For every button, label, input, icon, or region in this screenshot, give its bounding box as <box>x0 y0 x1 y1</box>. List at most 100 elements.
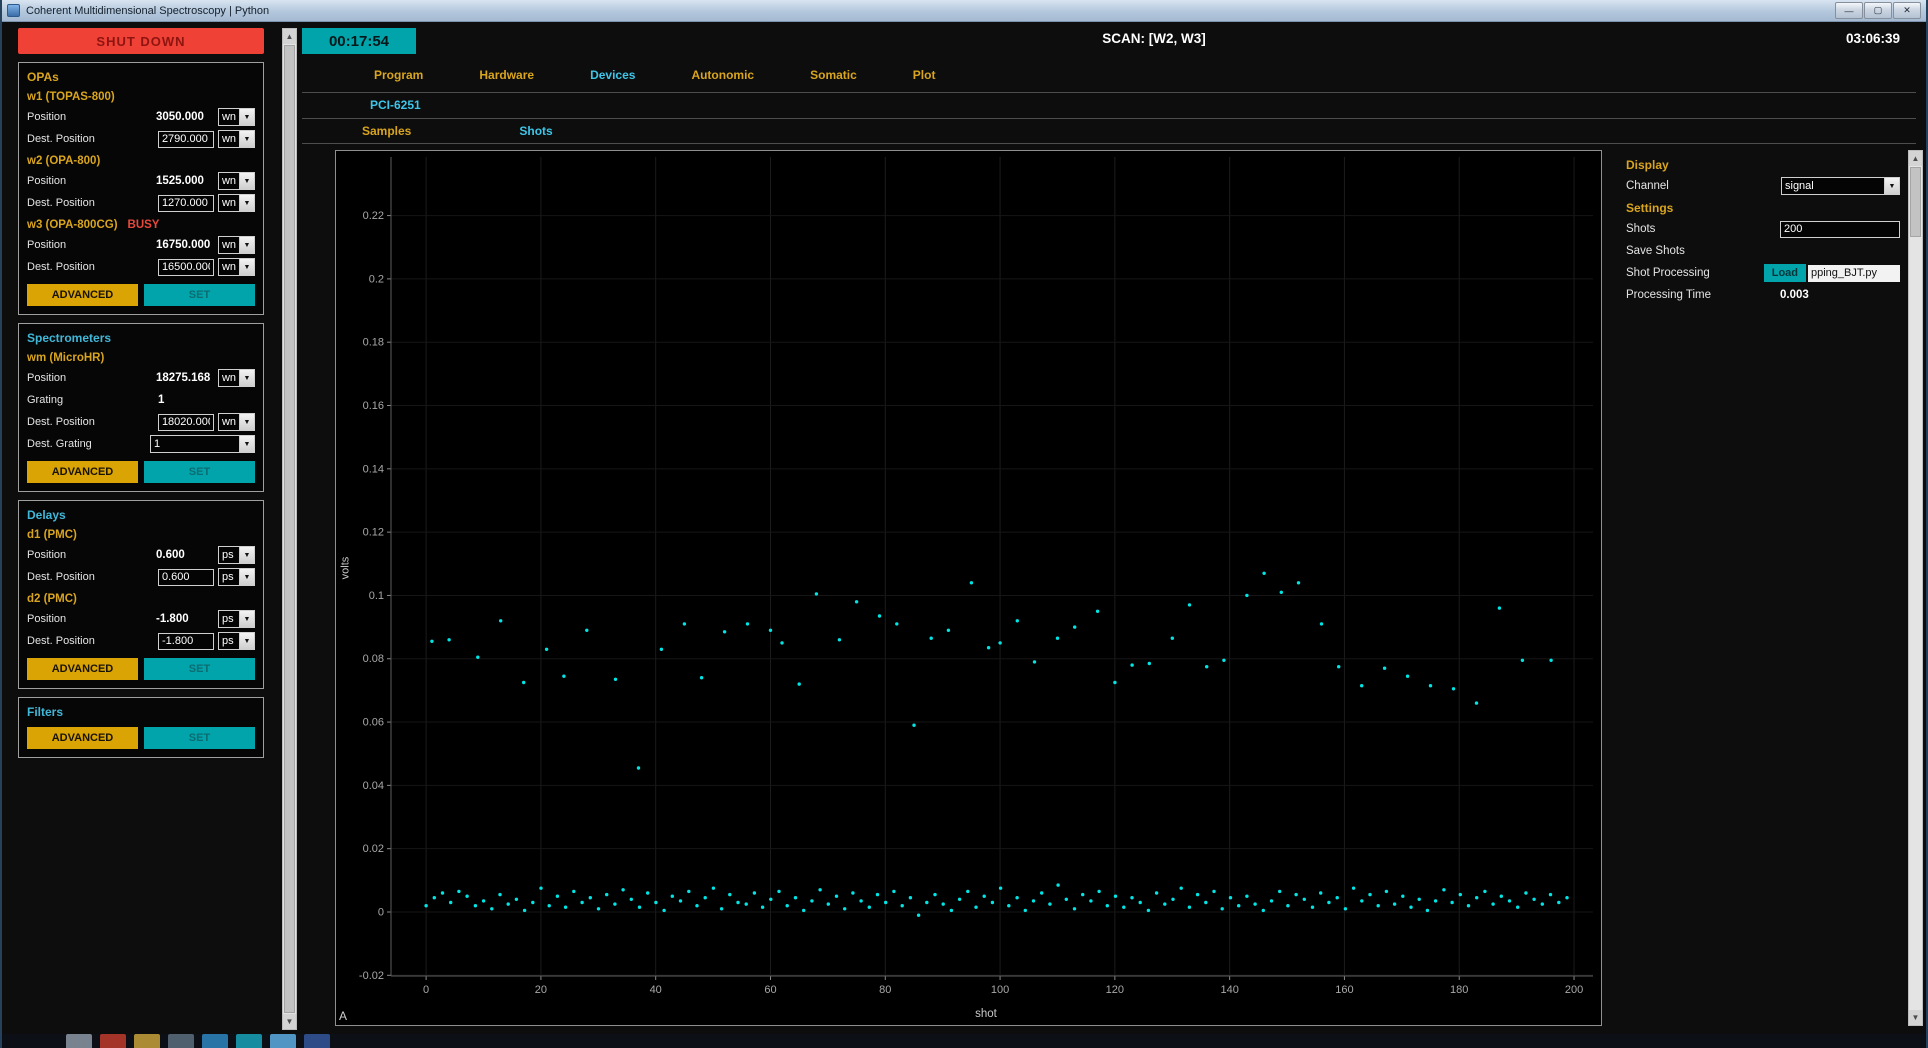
chevron-down-icon[interactable]: ▼ <box>239 633 254 649</box>
spectrometers-advanced-button[interactable]: ADVANCED <box>27 461 138 483</box>
filters-buttons: ADVANCED SET <box>27 727 255 749</box>
maximize-icon[interactable]: ▢ <box>1864 2 1892 19</box>
d1-dest-units-combo[interactable]: ps ▼ <box>218 568 255 586</box>
chevron-down-icon[interactable]: ▼ <box>239 237 254 253</box>
opas-header: OPAs <box>27 68 255 86</box>
tab-program[interactable]: Program <box>374 68 423 82</box>
sidebar-scrollbar-thumb[interactable] <box>284 45 295 1013</box>
chevron-down-icon[interactable]: ▼ <box>1884 178 1899 194</box>
shots-input[interactable] <box>1780 221 1900 238</box>
load-script-button[interactable]: Load <box>1764 264 1806 282</box>
opas-advanced-button[interactable]: ADVANCED <box>27 284 138 306</box>
delays-buttons: ADVANCED SET <box>27 658 255 680</box>
w2-dest-position-input[interactable] <box>158 195 214 212</box>
opas-set-button[interactable]: SET <box>144 284 255 306</box>
d2-dest-position-input[interactable] <box>158 633 214 650</box>
w2-units-combo[interactable]: wn ▼ <box>218 172 255 190</box>
hardware-name-wm: wm (MicroHR) <box>27 349 255 367</box>
scroll-down-icon[interactable]: ▼ <box>1909 1010 1922 1025</box>
w2-dest-units-combo[interactable]: wn ▼ <box>218 194 255 212</box>
close-icon[interactable]: ✕ <box>1893 2 1921 19</box>
taskbar-icon-4[interactable] <box>168 1034 194 1048</box>
main-scrollbar-thumb[interactable] <box>1910 167 1921 237</box>
w3-dest-position-input[interactable] <box>158 259 214 276</box>
svg-text:200: 200 <box>1565 984 1583 996</box>
chevron-down-icon[interactable]: ▼ <box>239 173 254 189</box>
wm-position-readout: 18275.168 <box>156 372 214 384</box>
chevron-down-icon[interactable]: ▼ <box>239 547 254 563</box>
opas-panel: OPAs w1 (TOPAS-800) Position 3050.000 wn… <box>18 62 264 315</box>
chevron-down-icon[interactable]: ▼ <box>239 436 254 452</box>
w1-dest-units-combo[interactable]: wn ▼ <box>218 130 255 148</box>
plot-canvas[interactable]: 020406080100120140160180200-0.0200.020.0… <box>336 151 1601 1025</box>
d1-units-combo[interactable]: ps ▼ <box>218 546 255 564</box>
svg-text:20: 20 <box>535 984 547 996</box>
tab-autonomic[interactable]: Autonomic <box>691 68 754 82</box>
scroll-up-icon[interactable]: ▲ <box>1909 151 1922 166</box>
dest-position-label: Dest. Position <box>27 197 158 209</box>
d1-dest-position-input[interactable] <box>158 569 214 586</box>
taskbar-icon-2[interactable] <box>100 1034 126 1048</box>
delays-set-button[interactable]: SET <box>144 658 255 680</box>
tab-plot[interactable]: Plot <box>913 68 936 82</box>
spectrometers-set-button[interactable]: SET <box>144 461 255 483</box>
d1-position-row: Position 0.600 ps ▼ <box>27 544 255 566</box>
w3-units-combo[interactable]: wn ▼ <box>218 236 255 254</box>
chevron-down-icon[interactable]: ▼ <box>239 611 254 627</box>
taskbar-icon-1[interactable] <box>66 1034 92 1048</box>
taskbar-icon-3[interactable] <box>134 1034 160 1048</box>
w3-dest-units-combo[interactable]: wn ▼ <box>218 258 255 276</box>
channel-row: Channel signal ▼ <box>1626 175 1900 197</box>
chevron-down-icon[interactable]: ▼ <box>239 569 254 585</box>
processing-file-field[interactable]: pping_BJT.py <box>1808 265 1900 282</box>
tab-devices[interactable]: Devices <box>590 68 635 82</box>
units-value: ps <box>219 569 239 585</box>
taskbar-icon-6[interactable] <box>236 1034 262 1048</box>
w1-dest-position-input[interactable] <box>158 131 214 148</box>
sidebar-scrollbar[interactable]: ▲ ▼ <box>282 28 297 1030</box>
wm-units-combo[interactable]: wn ▼ <box>218 369 255 387</box>
w3-dest-row: Dest. Position wn ▼ <box>27 256 255 278</box>
shots-plot[interactable]: 020406080100120140160180200-0.0200.020.0… <box>335 150 1602 1026</box>
main-scrollbar[interactable]: ▲ ▼ <box>1908 150 1923 1026</box>
scroll-up-icon[interactable]: ▲ <box>283 29 296 44</box>
wm-dest-units-combo[interactable]: wn ▼ <box>218 413 255 431</box>
minimize-icon[interactable]: — <box>1835 2 1863 19</box>
taskbar-icon-5[interactable] <box>202 1034 228 1048</box>
chevron-down-icon[interactable]: ▼ <box>239 109 254 125</box>
position-label: Position <box>27 549 156 561</box>
tab-pci-6251[interactable]: PCI-6251 <box>370 98 421 112</box>
tab-somatic[interactable]: Somatic <box>810 68 857 82</box>
svg-text:0: 0 <box>423 984 429 996</box>
autorange-button[interactable]: A <box>339 1009 347 1023</box>
taskbar-icon-8[interactable] <box>304 1034 330 1048</box>
dest-position-label: Dest. Position <box>27 635 158 647</box>
wm-dest-row: Dest. Position wn ▼ <box>27 411 255 433</box>
dest-position-label: Dest. Position <box>27 571 158 583</box>
chevron-down-icon[interactable]: ▼ <box>239 370 254 386</box>
w1-units-combo[interactable]: wn ▼ <box>218 108 255 126</box>
w3-position-readout: 16750.000 <box>156 239 214 251</box>
channel-combo[interactable]: signal ▼ <box>1781 177 1900 195</box>
svg-text:60: 60 <box>764 984 776 996</box>
taskbar-icon-7[interactable] <box>270 1034 296 1048</box>
app-window: Coherent Multidimensional Spectroscopy |… <box>0 0 1928 1048</box>
d2-units-combo[interactable]: ps ▼ <box>218 610 255 628</box>
wm-dest-position-input[interactable] <box>158 414 214 431</box>
tab-hardware[interactable]: Hardware <box>479 68 534 82</box>
delays-advanced-button[interactable]: ADVANCED <box>27 658 138 680</box>
filters-set-button[interactable]: SET <box>144 727 255 749</box>
tab-samples[interactable]: Samples <box>362 124 411 138</box>
wm-dest-grating-combo[interactable]: 1 ▼ <box>150 435 255 453</box>
filters-advanced-button[interactable]: ADVANCED <box>27 727 138 749</box>
chevron-down-icon[interactable]: ▼ <box>239 259 254 275</box>
chevron-down-icon[interactable]: ▼ <box>239 195 254 211</box>
scroll-down-icon[interactable]: ▼ <box>283 1014 296 1029</box>
chevron-down-icon[interactable]: ▼ <box>239 414 254 430</box>
chevron-down-icon[interactable]: ▼ <box>239 131 254 147</box>
shutdown-button[interactable]: SHUT DOWN <box>18 28 264 54</box>
svg-text:0.18: 0.18 <box>363 337 384 349</box>
scan-timer: 00:17:54 <box>302 28 416 54</box>
tab-shots[interactable]: Shots <box>519 124 552 138</box>
d2-dest-units-combo[interactable]: ps ▼ <box>218 632 255 650</box>
